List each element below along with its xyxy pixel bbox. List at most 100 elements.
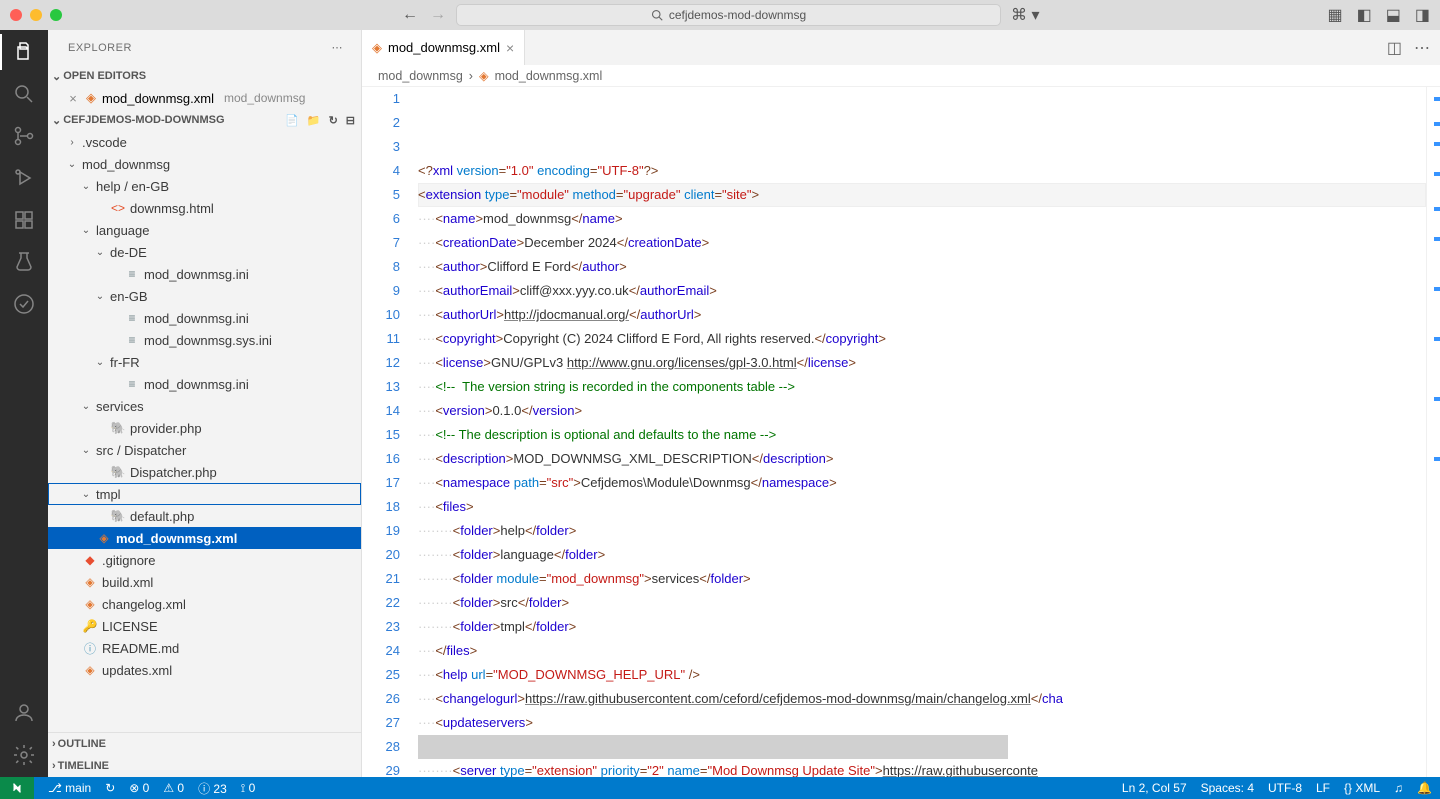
outline-label: OUTLINE	[58, 738, 106, 750]
copilot-icon[interactable]: ⌘ ▾	[1011, 5, 1039, 25]
chevron-icon: ⌄	[80, 401, 92, 412]
outline-header[interactable]: › OUTLINE	[48, 733, 361, 755]
tree-item[interactable]: 🐘default.php	[48, 505, 361, 527]
file-tree[interactable]: ›.vscode⌄mod_downmsg⌄help / en-GB<>downm…	[48, 131, 361, 732]
collapse-icon[interactable]: ⊟	[346, 114, 355, 127]
remote-indicator[interactable]	[0, 777, 34, 799]
xml-icon: ◈	[82, 663, 98, 677]
tree-item[interactable]: 🔑LICENSE	[48, 615, 361, 637]
language-mode[interactable]: {} XML	[1344, 781, 1380, 795]
file-name: mod_downmsg.ini	[144, 267, 249, 282]
tree-item[interactable]: ⌄language	[48, 219, 361, 241]
statusbar: ⎇ main ↻ ⊗ 0 ⚠ 0 ⓘ 23 ⟟ 0 Ln 2, Col 57 S…	[0, 777, 1440, 799]
breadcrumbs[interactable]: mod_downmsg › ◈ mod_downmsg.xml	[362, 65, 1440, 87]
chevron-icon: ⌄	[80, 489, 92, 500]
git-sync[interactable]: ↻	[105, 781, 115, 795]
status-errors[interactable]: ⊗ 0	[129, 781, 149, 795]
close-icon[interactable]: ×	[66, 91, 80, 106]
file-name: mod_downmsg.ini	[144, 377, 249, 392]
notifications-icon[interactable]: 🔔	[1417, 781, 1432, 795]
tree-item[interactable]: ⌄tmpl	[48, 483, 361, 505]
split-editor-icon[interactable]: ◫	[1387, 38, 1402, 58]
tree-item[interactable]: ⌄en-GB	[48, 285, 361, 307]
open-editors-header[interactable]: ⌄ OPEN EDITORS	[48, 65, 361, 87]
tree-item[interactable]: ⌄help / en-GB	[48, 175, 361, 197]
editor[interactable]: 1234567891011121314151617181920212223242…	[362, 87, 1440, 777]
file-name: provider.php	[130, 421, 202, 436]
breadcrumb-folder[interactable]: mod_downmsg	[378, 69, 463, 83]
tree-item[interactable]: ⌄de-DE	[48, 241, 361, 263]
chevron-icon: ⌄	[94, 247, 106, 258]
panel-bottom-icon[interactable]: ⬓	[1386, 5, 1401, 25]
accounts-activity[interactable]	[12, 701, 36, 725]
panel-right-icon[interactable]: ◨	[1415, 5, 1430, 25]
check-activity[interactable]	[12, 292, 36, 316]
tree-item[interactable]: ⌄src / Dispatcher	[48, 439, 361, 461]
scm-activity[interactable]	[12, 124, 36, 148]
nav-back[interactable]: ←	[402, 6, 418, 24]
md-icon: ⓘ	[82, 640, 98, 657]
tree-item[interactable]: ≡mod_downmsg.ini	[48, 373, 361, 395]
minimap[interactable]	[1426, 87, 1440, 777]
layout-customize-icon[interactable]: ▦	[1328, 5, 1343, 25]
tree-item[interactable]: ◈changelog.xml	[48, 593, 361, 615]
tree-item[interactable]: ≡mod_downmsg.ini	[48, 263, 361, 285]
chevron-down-icon: ⌄	[52, 114, 61, 127]
tree-item[interactable]: ⓘREADME.md	[48, 637, 361, 659]
command-center-label: cefjdemos-mod-downmsg	[669, 8, 806, 22]
tree-item[interactable]: ◈updates.xml	[48, 659, 361, 681]
more-icon[interactable]: ⋯	[1414, 38, 1430, 58]
tree-item[interactable]: ≡mod_downmsg.ini	[48, 307, 361, 329]
settings-activity[interactable]	[12, 743, 36, 767]
new-file-icon[interactable]: 📄	[285, 114, 299, 127]
close-window[interactable]	[10, 9, 22, 21]
code[interactable]: <?xml version="1.0" encoding="UTF-8"?><e…	[418, 87, 1426, 777]
breadcrumb-file[interactable]: mod_downmsg.xml	[495, 69, 603, 83]
status-warnings[interactable]: ⚠ 0	[163, 781, 184, 795]
indentation[interactable]: Spaces: 4	[1201, 781, 1254, 795]
timeline-header[interactable]: › TIMELINE	[48, 755, 361, 777]
tree-item[interactable]: ⌄fr-FR	[48, 351, 361, 373]
close-icon[interactable]: ×	[506, 40, 514, 56]
tree-item[interactable]: 🐘Dispatcher.php	[48, 461, 361, 483]
explorer-activity[interactable]	[12, 40, 36, 64]
refresh-icon[interactable]: ↻	[329, 114, 338, 127]
testing-activity[interactable]	[12, 250, 36, 274]
more-icon[interactable]: ⋯	[332, 41, 344, 54]
debug-activity[interactable]	[12, 166, 36, 190]
titlebar: ← → cefjdemos-mod-downmsg ⌘ ▾ ▦ ◧ ⬓ ◨	[0, 0, 1440, 30]
search-activity[interactable]	[12, 82, 36, 106]
tree-item[interactable]: <>downmsg.html	[48, 197, 361, 219]
new-folder-icon[interactable]: 📁	[307, 114, 321, 127]
folder-name: services	[96, 399, 144, 414]
explorer-header: EXPLORER ⋯	[48, 30, 361, 65]
panel-left-icon[interactable]: ◧	[1357, 5, 1372, 25]
folder-name: help / en-GB	[96, 179, 169, 194]
feedback-icon[interactable]: ♫	[1394, 781, 1403, 795]
tree-item[interactable]: ◆.gitignore	[48, 549, 361, 571]
tree-item[interactable]: ›.vscode	[48, 131, 361, 153]
minimize-window[interactable]	[30, 9, 42, 21]
open-editor-item[interactable]: × ◈ mod_downmsg.xml mod_downmsg	[48, 87, 361, 109]
nav-forward[interactable]: →	[430, 6, 446, 24]
project-header[interactable]: ⌄ CEFJDEMOS-MOD-DOWNMSG 📄 📁 ↻ ⊟	[48, 109, 361, 131]
php-icon: 🐘	[110, 421, 126, 435]
gutter: 1234567891011121314151617181920212223242…	[362, 87, 418, 777]
cursor-position[interactable]: Ln 2, Col 57	[1122, 781, 1187, 795]
editor-tab[interactable]: ◈ mod_downmsg.xml ×	[362, 30, 525, 65]
eol[interactable]: LF	[1316, 781, 1330, 795]
encoding[interactable]: UTF-8	[1268, 781, 1302, 795]
tree-item[interactable]: 🐘 provider.php	[48, 417, 361, 439]
html-icon: <>	[110, 201, 126, 215]
maximize-window[interactable]	[50, 9, 62, 21]
status-ports[interactable]: ⟟ 0	[241, 781, 255, 796]
status-info[interactable]: ⓘ 23	[198, 780, 227, 797]
tree-item[interactable]: ⌄mod_downmsg	[48, 153, 361, 175]
tree-item[interactable]: ≡mod_downmsg.sys.ini	[48, 329, 361, 351]
tree-item[interactable]: ◈mod_downmsg.xml	[48, 527, 361, 549]
tree-item[interactable]: ⌄ services	[48, 395, 361, 417]
tree-item[interactable]: ◈build.xml	[48, 571, 361, 593]
command-center[interactable]: cefjdemos-mod-downmsg	[456, 4, 1001, 26]
git-branch[interactable]: ⎇ main	[48, 781, 91, 795]
extensions-activity[interactable]	[12, 208, 36, 232]
